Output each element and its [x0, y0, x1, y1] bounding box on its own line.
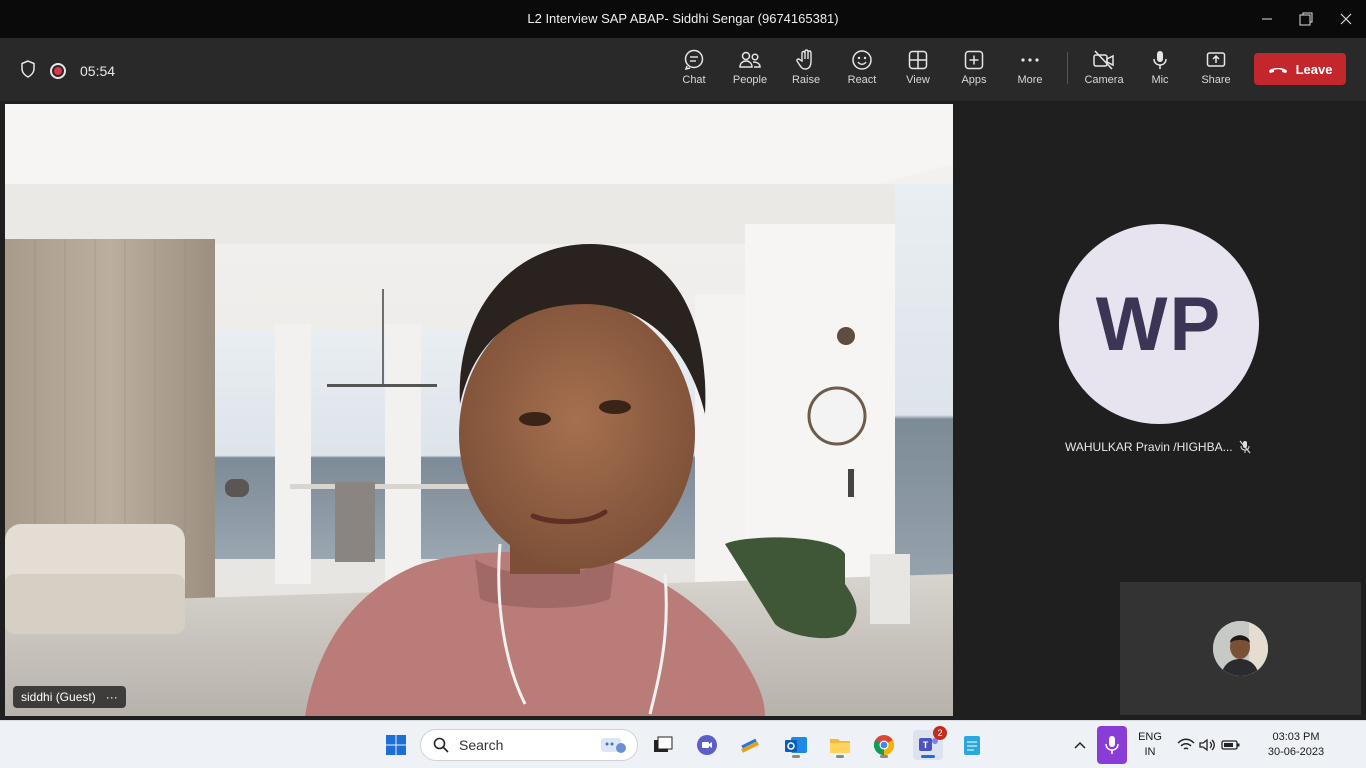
people-button[interactable]: People — [723, 49, 777, 93]
participant-more-icon[interactable]: ··· — [106, 690, 118, 704]
task-view-icon[interactable] — [648, 730, 678, 760]
chrome-icon[interactable] — [869, 730, 899, 760]
chat-icon — [684, 49, 704, 71]
restore-icon[interactable] — [1288, 6, 1324, 32]
view-button[interactable]: View — [891, 49, 945, 93]
search-placeholder: Search — [459, 737, 504, 753]
participant-video[interactable]: siddhi (Guest) ··· — [5, 104, 953, 716]
raise-label: Raise — [791, 74, 821, 86]
people-icon — [739, 51, 761, 68]
camera-label: Camera — [1084, 74, 1124, 86]
shield-icon[interactable] — [20, 60, 36, 81]
system-status-icons[interactable] — [1176, 730, 1242, 760]
running-indicator — [836, 755, 844, 758]
meeting-meta: 05:54 — [20, 60, 115, 81]
clock-time: 03:03 PM — [1272, 731, 1320, 743]
leave-label: Leave — [1295, 61, 1333, 77]
outlook-icon[interactable] — [781, 730, 811, 760]
taskbar-search[interactable]: Search — [420, 729, 638, 761]
teams-icon[interactable]: T 2 — [913, 726, 947, 760]
mic-label: Mic — [1151, 74, 1169, 86]
search-icon — [433, 737, 449, 753]
volume-icon — [1199, 738, 1215, 752]
video-frame — [5, 104, 953, 716]
window-title: L2 Interview SAP ABAP- Siddhi Sengar (96… — [527, 11, 839, 26]
apps-button[interactable]: Apps — [947, 49, 1001, 93]
participant-name-label: siddhi (Guest) ··· — [13, 686, 126, 708]
participant-avatar: WP — [1059, 224, 1259, 424]
apps-label: Apps — [961, 74, 987, 86]
language-line2: IN — [1144, 746, 1156, 758]
teams-chat-icon[interactable] — [692, 730, 722, 760]
camera-off-icon — [1093, 50, 1114, 70]
teams-badge: 2 — [933, 726, 947, 740]
search-highlight-icon — [601, 738, 626, 753]
self-view-tile[interactable] — [1120, 582, 1361, 715]
participant-name: siddhi (Guest) — [21, 690, 96, 704]
running-indicator — [792, 755, 800, 758]
react-button[interactable]: React — [835, 49, 889, 93]
hangup-icon — [1268, 68, 1287, 73]
record-icon[interactable] — [50, 62, 66, 79]
windows-taskbar: Search T 2 ENG IN 03:03 PM 30-06-2023 — [0, 720, 1366, 768]
plus-icon — [964, 50, 984, 70]
share-button[interactable]: Share — [1189, 49, 1243, 93]
share-icon — [1206, 52, 1226, 67]
file-explorer-icon[interactable] — [825, 730, 855, 760]
view-label: View — [906, 74, 930, 86]
mic-button[interactable]: Mic — [1133, 49, 1187, 93]
side-participant-name: WAHULKAR Pravin /HIGHBA... — [1065, 440, 1233, 454]
clock-date: 30-06-2023 — [1267, 746, 1325, 758]
notepad-icon[interactable] — [957, 730, 987, 760]
windows-start-icon[interactable] — [381, 730, 411, 760]
leave-button[interactable]: Leave — [1254, 53, 1346, 85]
chat-button[interactable]: Chat — [667, 49, 721, 93]
language-line1: ENG — [1138, 731, 1162, 743]
svg-text:T: T — [923, 740, 929, 750]
mic-icon — [1153, 51, 1167, 69]
more-icon — [1021, 58, 1039, 62]
more-button[interactable]: More — [1003, 49, 1057, 93]
meeting-toolbar: 05:54 Chat People Raise React View Apps … — [0, 38, 1366, 101]
close-icon[interactable] — [1328, 6, 1364, 32]
mic-tray-icon[interactable] — [1097, 726, 1127, 764]
people-label: People — [732, 74, 768, 86]
camera-button[interactable]: Camera — [1077, 49, 1131, 93]
meeting-stage: siddhi (Guest) ··· WP WAHULKAR Pravin /H… — [0, 101, 1366, 720]
running-indicator — [880, 755, 888, 758]
chevron-up-icon[interactable] — [1065, 730, 1095, 760]
battery-icon — [1221, 740, 1240, 750]
wifi-icon — [1177, 738, 1195, 750]
chat-label: Chat — [682, 74, 706, 86]
toolbar-divider — [1067, 52, 1068, 84]
minimize-icon[interactable] — [1249, 6, 1285, 32]
mic-off-icon — [1239, 440, 1251, 459]
running-indicator — [921, 755, 935, 758]
share-label: Share — [1201, 74, 1231, 86]
clock[interactable]: 03:03 PM 30-06-2023 — [1254, 730, 1338, 760]
more-label: More — [1017, 74, 1043, 86]
react-label: React — [847, 74, 877, 86]
language-indicator[interactable]: ENG IN — [1136, 730, 1164, 760]
self-avatar — [1213, 621, 1268, 676]
window-titlebar: L2 Interview SAP ABAP- Siddhi Sengar (96… — [0, 0, 1366, 38]
app-pen-icon[interactable] — [736, 730, 766, 760]
meeting-timer: 05:54 — [80, 62, 116, 79]
hand-icon — [796, 49, 812, 70]
smile-icon — [852, 50, 872, 70]
grid-icon — [908, 50, 928, 70]
raise-hand-button[interactable]: Raise — [779, 49, 833, 93]
